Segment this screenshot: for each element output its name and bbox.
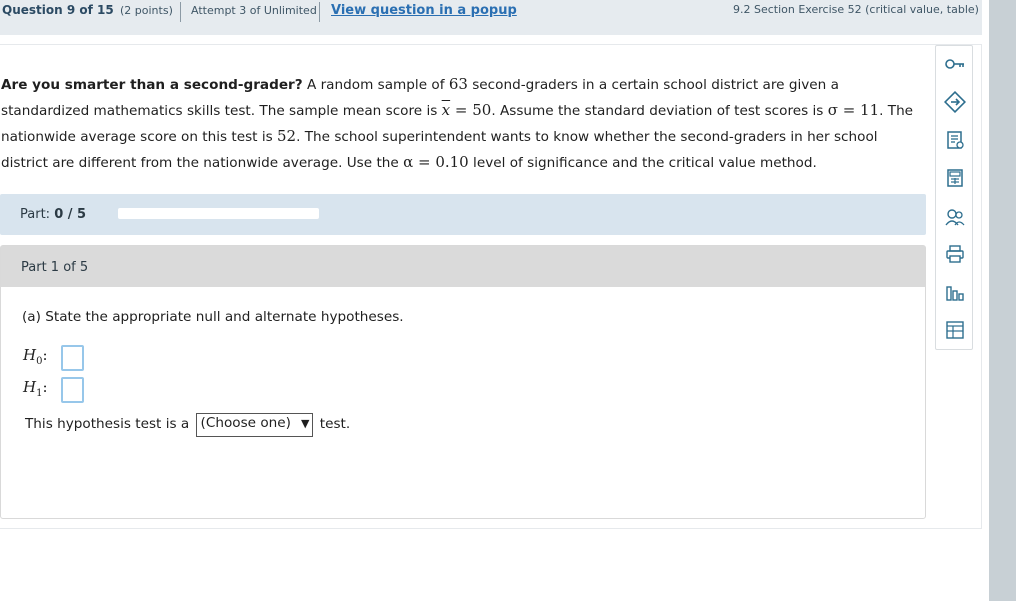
table-icon[interactable]: [941, 316, 969, 344]
tool-column: [935, 45, 973, 350]
key-icon[interactable]: [941, 50, 969, 78]
part-header-label: Part 1 of 5: [21, 260, 89, 275]
question-lead: Are you smarter than a second-grader?: [1, 77, 303, 93]
part-progress-bar: Part: 0 / 5: [0, 194, 926, 235]
arrow-diamond-icon[interactable]: [941, 88, 969, 116]
part-progress-value: 0 / 5: [54, 207, 87, 222]
progress-track: [118, 208, 319, 219]
part-header: Part 1 of 5: [1, 246, 925, 287]
test-type-sentence: This hypothesis test is a (Choose one) ▼ …: [25, 412, 350, 437]
attempt-count: Attempt 3 of Unlimited: [191, 4, 317, 17]
h0-answer-box[interactable]: [61, 345, 84, 371]
question-number: Question 9 of 15: [2, 3, 114, 17]
xbar-symbol: x: [441, 101, 451, 119]
printer-icon[interactable]: [941, 240, 969, 268]
people-help-icon[interactable]: [941, 202, 969, 230]
h1-answer-box[interactable]: [61, 377, 84, 403]
dropdown-arrow-icon: ▼: [300, 417, 310, 430]
part-prompt: (a) State the appropriate null and alter…: [22, 309, 404, 325]
h0-label: H0:: [23, 346, 48, 367]
part-box: Part 1 of 5 (a) State the appropriate nu…: [0, 245, 926, 519]
top-bar: Question 9 of 15 (2 points) Attempt 3 of…: [0, 0, 982, 35]
question-text: Are you smarter than a second-grader? A …: [1, 75, 914, 171]
checklist-icon[interactable]: [941, 126, 969, 154]
bar-chart-icon[interactable]: [941, 278, 969, 306]
question-points: (2 points): [120, 4, 173, 17]
h1-label: H1:: [23, 378, 48, 399]
section-label: 9.2 Section Exercise 52 (critical value,…: [733, 3, 979, 16]
scrollbar[interactable]: [989, 0, 1016, 601]
divider: [180, 2, 181, 22]
test-type-select[interactable]: (Choose one) ▼: [195, 413, 314, 437]
divider: [319, 2, 320, 22]
view-popup-link[interactable]: View question in a popup: [331, 3, 517, 18]
calculator-icon[interactable]: [941, 164, 969, 192]
